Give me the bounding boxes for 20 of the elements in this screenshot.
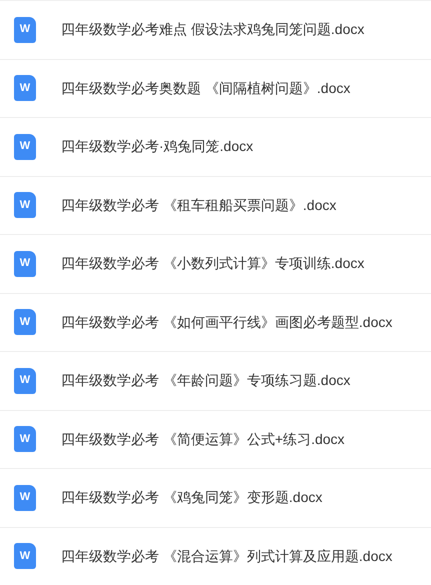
document-icon: W xyxy=(14,192,36,218)
file-name[interactable]: 四年级数学必考 《鸡兔同笼》变形题.docx xyxy=(61,487,322,508)
document-icon: W xyxy=(14,368,36,394)
file-name[interactable]: 四年级数学必考难点 假设法求鸡兔同笼问题.docx xyxy=(61,19,364,40)
document-icon: W xyxy=(14,16,36,43)
document-icon: W xyxy=(14,484,36,511)
file-name[interactable]: 四年级数学必考 《如何画平行线》画图必考题型.docx xyxy=(61,312,392,333)
document-icon: W xyxy=(14,309,36,336)
file-name[interactable]: 四年级数学必考 《混合运算》列式计算及应用题.docx xyxy=(61,546,392,567)
document-icon: W xyxy=(14,250,36,277)
document-icon: W xyxy=(14,543,36,570)
file-name[interactable]: 四年级数学必考 《小数列式计算》专项训练.docx xyxy=(61,253,364,274)
file-name[interactable]: 四年级数学必考奥数题 《间隔植树问题》.docx xyxy=(61,78,350,99)
document-icon: W xyxy=(14,134,36,160)
file-name[interactable]: 四年级数学必考 《租车租船买票问题》.docx xyxy=(61,194,336,216)
file-name[interactable]: 四年级数学必考·鸡兔同笼.docx xyxy=(61,136,254,158)
file-name[interactable]: 四年级数学必考 《年龄问题》专项练习题.docx xyxy=(61,370,350,392)
file-name[interactable]: 四年级数学必考 《简便运算》公式+练习.docx xyxy=(61,428,345,450)
document-icon: W xyxy=(14,426,36,452)
document-icon: W xyxy=(14,75,36,102)
